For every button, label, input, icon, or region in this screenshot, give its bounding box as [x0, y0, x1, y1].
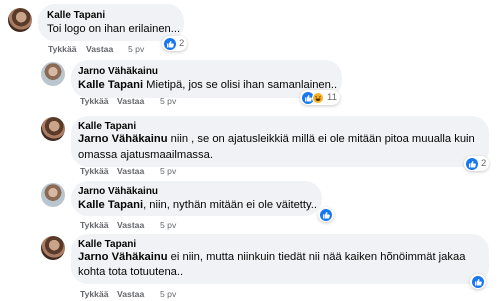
comment-text: Jarno Vähäkainu niin , se on ajatusleikk… — [78, 132, 475, 147]
timestamp[interactable]: 5 pv — [128, 44, 144, 54]
timestamp[interactable]: 5 pv — [160, 289, 176, 299]
comment-author[interactable]: Kalle Tapani — [47, 10, 105, 21]
comment-bubble: Kalle Tapani Toi logo on ihan erilainen.… — [38, 4, 184, 41]
mention-link[interactable]: Jarno Vähäkainu — [78, 133, 168, 145]
like-link[interactable]: Tykkää — [80, 166, 109, 176]
comment-text: Jarno Vähäkainu ei niin, mutta niinkuin … — [78, 250, 465, 265]
comment: Jarno Vähäkainu Kalle Tapani, niin, nyth… — [0, 180, 503, 234]
like-icon — [472, 275, 484, 288]
comment: Jarno Vähäkainu Kalle Tapani Mietipä, jo… — [0, 58, 503, 116]
avatar[interactable] — [41, 62, 65, 86]
reaction-summary[interactable]: 11 — [300, 90, 340, 105]
comment-text-line2: omassa ajatusmaailmassa. — [78, 149, 213, 161]
reply-link[interactable]: Vastaa — [86, 44, 113, 54]
like-link[interactable]: Tykkää — [80, 96, 109, 106]
like-icon — [466, 157, 478, 170]
like-link[interactable]: Tykkää — [80, 289, 109, 299]
avatar[interactable] — [41, 236, 65, 260]
reply-link[interactable]: Vastaa — [117, 166, 144, 176]
comment-text: Kalle Tapani, niin, nythän mitään ei ole… — [78, 198, 317, 213]
comment-text: Toi logo on ihan erilainen... — [47, 22, 180, 37]
comment: Kalle Tapani Jarno Vähäkainu ei niin, mu… — [0, 234, 503, 301]
comment-text-body: niin , se on ajatusleikkiä millä ei ole … — [167, 133, 475, 145]
avatar[interactable] — [41, 117, 65, 141]
like-icon — [164, 37, 176, 50]
reply-link[interactable]: Vastaa — [117, 96, 144, 106]
comment-author[interactable]: Jarno Vähäkainu — [78, 186, 158, 197]
like-link[interactable]: Tykkää — [48, 44, 77, 54]
reply-link[interactable]: Vastaa — [117, 220, 144, 230]
like-icon — [320, 208, 332, 221]
comment-text-line2: kohta tota totuutena.. — [78, 266, 184, 278]
timestamp[interactable]: 5 pv — [160, 220, 176, 230]
reaction-summary[interactable] — [470, 274, 486, 289]
like-link[interactable]: Tykkää — [80, 220, 109, 230]
mention-link[interactable]: Kalle Tapani — [78, 199, 143, 211]
comment: Kalle Tapani Toi logo on ihan erilainen.… — [0, 0, 503, 58]
timestamp[interactable]: 5 pv — [160, 96, 176, 106]
reaction-count: 11 — [327, 92, 337, 103]
reaction-count: 2 — [179, 38, 185, 49]
comment-author[interactable]: Kalle Tapani — [78, 121, 136, 132]
reply-link[interactable]: Vastaa — [117, 289, 144, 299]
reaction-summary[interactable]: 2 — [162, 36, 188, 51]
timestamp[interactable]: 5 pv — [160, 166, 176, 176]
comment-text: Kalle Tapani Mietipä, jos se olisi ihan … — [78, 78, 337, 93]
mention-link[interactable]: Kalle Tapani — [78, 79, 143, 91]
comment-text-body: , niin, nythän mitään ei ole väitetty.. — [143, 199, 317, 211]
mention-link[interactable]: Jarno Vähäkainu — [78, 251, 168, 263]
reaction-summary[interactable] — [318, 207, 334, 222]
haha-icon — [312, 91, 324, 104]
reaction-count: 2 — [481, 158, 487, 169]
comment: Kalle Tapani Jarno Vähäkainu niin , se o… — [0, 116, 503, 180]
comment-author[interactable]: Kalle Tapani — [78, 239, 136, 250]
comment-bubble: Kalle Tapani Jarno Vähäkainu niin , se o… — [71, 116, 489, 167]
avatar[interactable] — [8, 8, 32, 32]
comment-bubble: Jarno Vähäkainu Kalle Tapani, niin, nyth… — [71, 181, 322, 216]
avatar[interactable] — [41, 183, 65, 207]
comment-text-body: ei niin, mutta niinkuin tiedät nii nää k… — [167, 251, 466, 263]
comment-bubble: Kalle Tapani Jarno Vähäkainu ei niin, mu… — [71, 234, 489, 284]
comment-author[interactable]: Jarno Vähäkainu — [78, 66, 158, 77]
reaction-summary[interactable]: 2 — [464, 156, 490, 171]
comment-text-body: Toi logo on ihan erilainen... — [47, 23, 181, 35]
